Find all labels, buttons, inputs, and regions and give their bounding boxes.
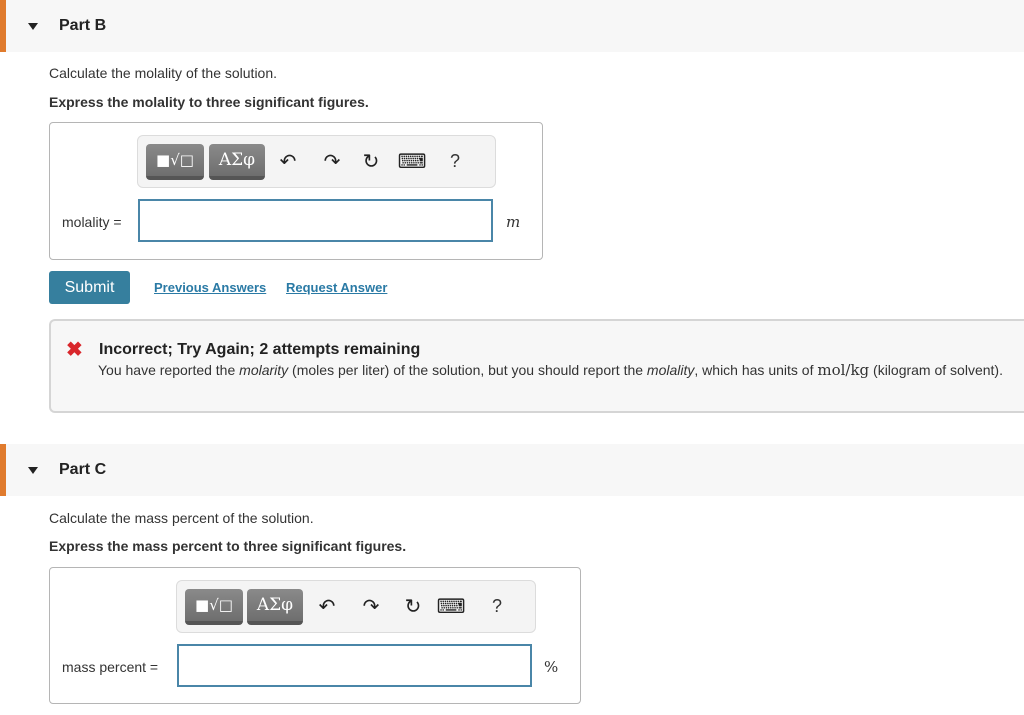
greek-symbols-icon: ΑΣφ [218,150,256,170]
collapse-caret-icon[interactable] [28,466,38,474]
feedback-units: mol/kg [817,361,870,379]
part-c-title: Part C [59,461,107,478]
mass-percent-label: mass percent = [62,659,159,675]
molality-unit: m [506,213,521,231]
feedback-panel: ✖ Incorrect; Try Again; 2 attempts remai… [49,319,1024,413]
part-c-prompt: Calculate the mass percent of the soluti… [49,510,314,526]
feedback-em-molality: molality [646,362,695,378]
incorrect-x-icon: ✖ [66,339,83,361]
feedback-text: (kilogram of solvent). [869,362,1003,378]
part-b-title: Part B [59,17,107,34]
molality-input[interactable] [138,199,493,242]
request-answer-link[interactable]: Request Answer [286,280,387,295]
mass-percent-input[interactable] [177,644,532,687]
redo-icon[interactable]: ↷ [320,149,344,173]
previous-answers-link[interactable]: Previous Answers [154,280,266,295]
mass-percent-unit: % [544,658,559,676]
submit-button[interactable]: Submit [49,271,130,304]
part-b-header[interactable]: Part B [0,0,1024,52]
part-c-instruction: Express the mass percent to three signif… [49,538,407,554]
collapse-caret-icon[interactable] [28,22,38,30]
molality-label: molality = [62,214,122,230]
part-b-math-toolbar: ■√□ ΑΣφ ↶ ↷ ↻ ⌨ ? [137,135,496,188]
keyboard-icon[interactable]: ⌨ [437,594,466,618]
keyboard-icon[interactable]: ⌨ [398,149,427,173]
help-icon[interactable]: ? [443,149,467,173]
templates-icon: ■√□ [195,596,233,614]
help-icon[interactable]: ? [485,594,509,618]
undo-icon[interactable]: ↶ [276,149,300,173]
reset-icon[interactable]: ↻ [401,594,425,618]
feedback-title: Incorrect; Try Again; 2 attempts remaini… [99,341,421,358]
part-b-prompt: Calculate the molality of the solution. [49,65,278,81]
part-c-math-toolbar: ■√□ ΑΣφ ↶ ↷ ↻ ⌨ ? [176,580,536,633]
undo-icon[interactable]: ↶ [315,594,339,618]
part-c-header[interactable]: Part C [0,444,1024,496]
part-b-answer-box: ■√□ ΑΣφ ↶ ↷ ↻ ⌨ ? molality = m [49,122,543,260]
feedback-text: , which has units of [694,362,818,378]
templates-button[interactable]: ■√□ [146,144,204,180]
feedback-em-molarity: molarity [239,362,289,378]
feedback-text: You have reported the [98,362,240,378]
feedback-text: (moles per liter) of the solution, but y… [288,362,647,378]
feedback-body: You have reported the molarity (moles pe… [98,361,1018,379]
templates-button[interactable]: ■√□ [185,589,243,625]
greek-symbols-icon: ΑΣφ [256,595,294,615]
symbols-button[interactable]: ΑΣφ [247,589,303,625]
reset-icon[interactable]: ↻ [359,149,383,173]
redo-icon[interactable]: ↷ [359,594,383,618]
part-c-answer-box: ■√□ ΑΣφ ↶ ↷ ↻ ⌨ ? mass percent = % [49,567,581,704]
templates-icon: ■√□ [156,151,194,169]
part-b-instruction: Express the molality to three significan… [49,94,369,110]
symbols-button[interactable]: ΑΣφ [209,144,265,180]
